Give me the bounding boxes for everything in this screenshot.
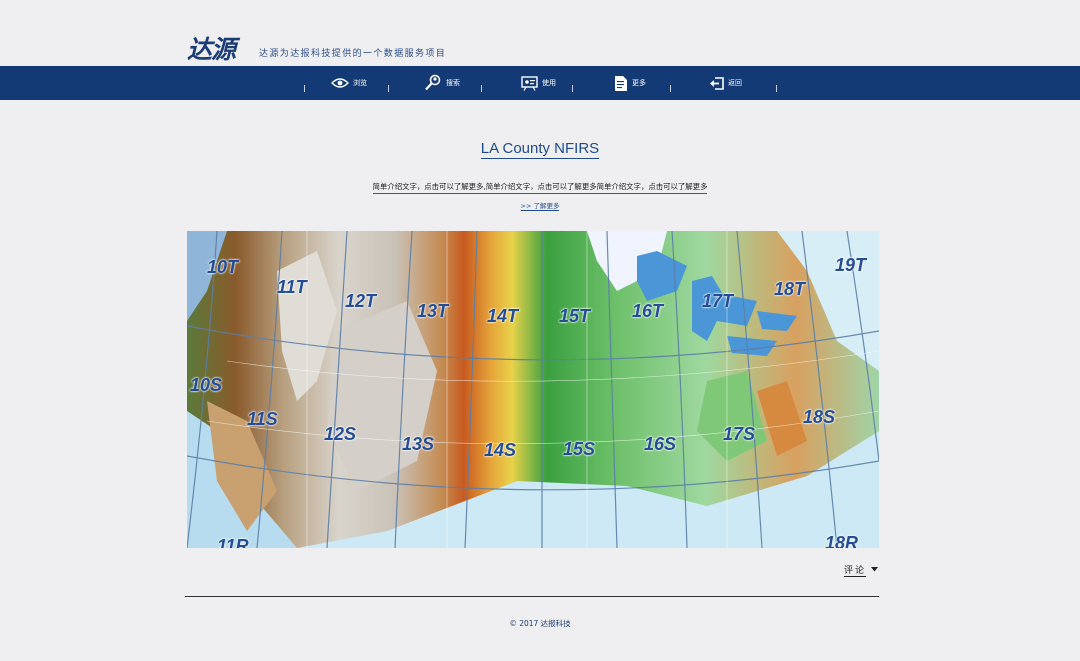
zone-label: 11S [247, 409, 278, 429]
presentation-icon [521, 75, 538, 91]
zone-label: 13T [417, 301, 449, 321]
nav-separator [304, 85, 305, 92]
search-user-icon [424, 74, 442, 92]
zone-label: 17S [723, 424, 756, 444]
nav-item-back[interactable]: 返回 [709, 66, 742, 100]
nav-item-label: 搜索 [446, 79, 460, 87]
nav-separator [572, 85, 573, 92]
nav-separator [776, 85, 777, 92]
nav-separator [670, 85, 671, 92]
utm-zone-map-image: 10T 11T 12T 13T 14T 15T 16T 17T 18T 19T … [187, 231, 879, 548]
zone-label: 15S [563, 439, 596, 459]
nav-item-label: 更多 [632, 79, 646, 87]
zone-label: 14S [484, 440, 517, 460]
header: 达源 达源为达报科技提供的一个数据服务项目 [0, 0, 1080, 66]
document-icon [614, 75, 628, 92]
zone-label: 19T [835, 255, 867, 275]
footer: © 2017 达报科技 [0, 618, 1080, 629]
nav-item-browse[interactable]: 浏览 [331, 66, 367, 100]
nav-item-search[interactable]: 搜索 [424, 66, 460, 100]
zone-label: 18T [774, 279, 806, 299]
nav-item-label: 使用 [542, 79, 556, 87]
title-section: LA County NFIRS [0, 138, 1080, 159]
more-section: >> 了解更多 [0, 193, 1080, 212]
zone-label: 18S [803, 407, 836, 427]
comments-label: 评论 [843, 563, 866, 577]
intro-section: 简单介绍文字，点击可以了解更多,简单介绍文字，点击可以了解更多简单介绍文字，点击… [0, 174, 1080, 194]
zone-label: 15T [559, 306, 591, 326]
nav-item-label: 返回 [728, 79, 742, 87]
comments-toggle[interactable]: 评论 [843, 563, 878, 577]
nav-bar: 浏览 搜索 使用 更多 返回 [0, 66, 1080, 100]
tagline: 达源为达报科技提供的一个数据服务项目 [259, 49, 447, 59]
caret-down-icon [871, 565, 878, 575]
zone-label: 18R [825, 533, 859, 548]
copyright-text: © 2017 达报科技 [509, 619, 571, 628]
nav-item-more[interactable]: 更多 [614, 66, 646, 100]
zone-label: 14T [487, 306, 519, 326]
zone-label: 16T [632, 301, 664, 321]
nav-item-label: 浏览 [353, 79, 367, 87]
zone-label: 10T [207, 257, 239, 277]
zone-label: 16S [644, 434, 677, 454]
learn-more-link[interactable]: >> 了解更多 [520, 200, 560, 211]
zone-label: 17T [702, 291, 734, 311]
zone-label: 10S [190, 375, 223, 395]
exit-icon [709, 76, 724, 90]
zone-label: 11R [217, 536, 249, 548]
page-title: LA County NFIRS [480, 140, 600, 159]
logo[interactable]: 达源 [187, 30, 236, 66]
zone-label: 12T [345, 291, 377, 311]
eye-icon [331, 78, 349, 88]
zone-label: 12S [324, 424, 357, 444]
nav-separator [388, 85, 389, 92]
zone-label: 13S [402, 434, 435, 454]
nav-item-use[interactable]: 使用 [521, 66, 556, 100]
nav-separator [481, 85, 482, 92]
footer-divider [185, 596, 879, 597]
zone-label: 11T [277, 277, 307, 297]
